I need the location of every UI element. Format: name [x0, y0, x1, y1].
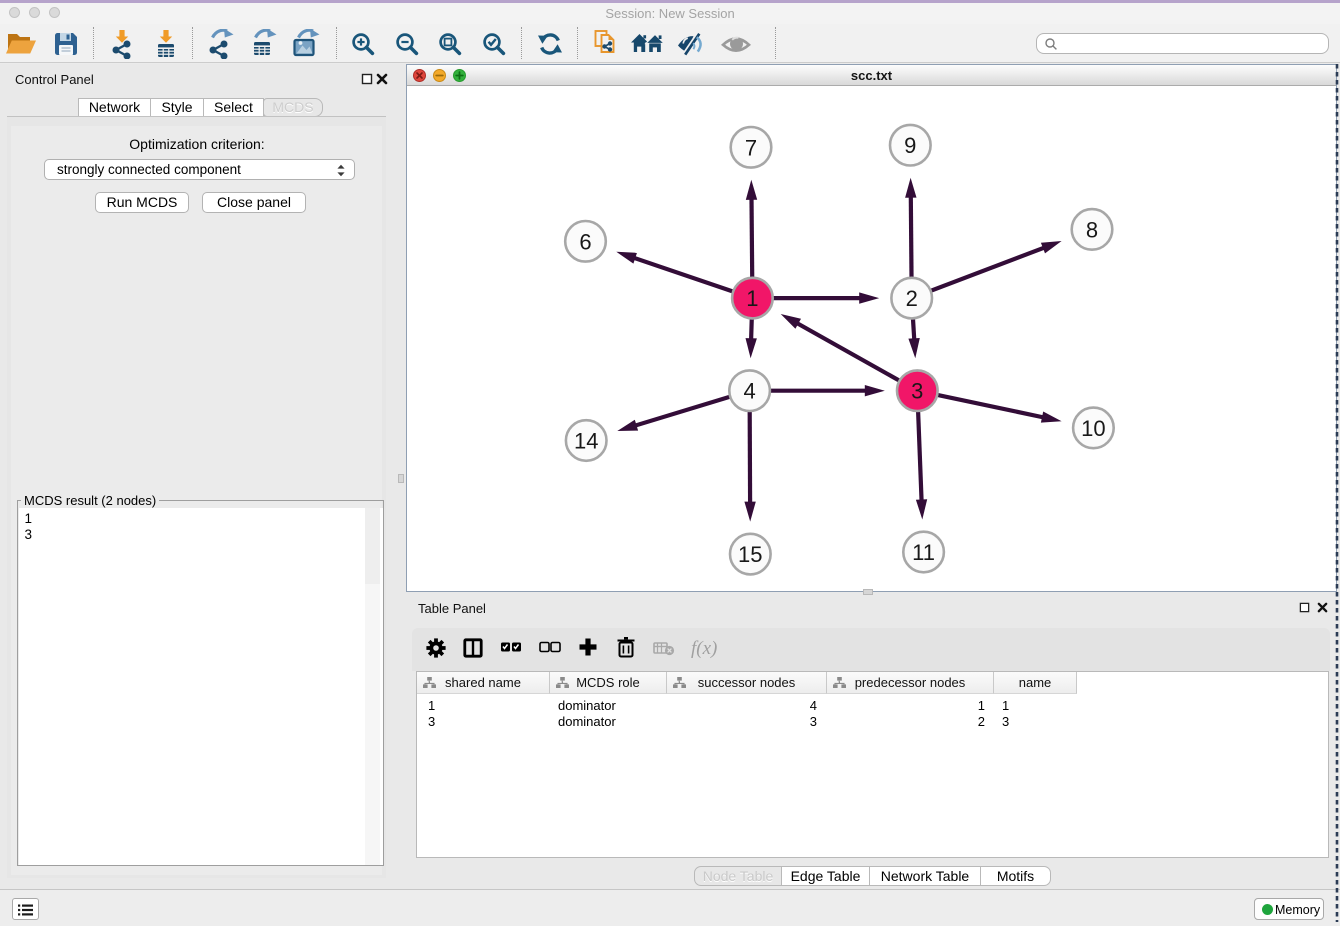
- svg-text:4: 4: [743, 379, 755, 404]
- svg-text:6: 6: [579, 229, 591, 254]
- svg-text:11: 11: [912, 540, 935, 565]
- svg-text:f(x): f(x): [691, 638, 717, 659]
- svg-text:9: 9: [904, 133, 916, 158]
- svg-text:1: 1: [746, 286, 758, 311]
- svg-text:2: 2: [906, 286, 918, 311]
- svg-text:15: 15: [738, 542, 762, 567]
- svg-text:14: 14: [574, 429, 598, 454]
- svg-text:3: 3: [911, 379, 923, 404]
- svg-text:10: 10: [1081, 416, 1105, 441]
- svg-text:7: 7: [745, 135, 757, 160]
- svg-text:8: 8: [1086, 217, 1098, 242]
